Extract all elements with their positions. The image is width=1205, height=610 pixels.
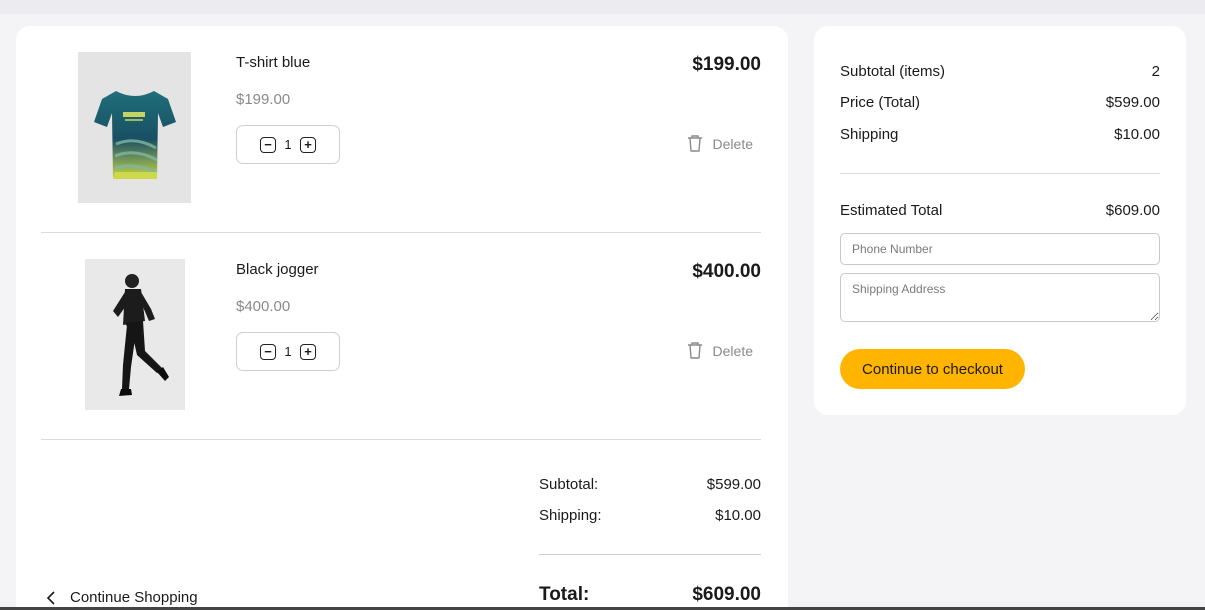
decrease-quantity-button[interactable]: − — [260, 343, 276, 360]
shipping-label: Shipping: — [539, 507, 602, 524]
plus-icon: + — [304, 137, 312, 152]
chevron-left-icon — [46, 590, 55, 605]
delete-item-button[interactable]: Delete — [686, 341, 753, 360]
cart-summary: Subtotal: $599.00 Shipping: $10.00 — [539, 476, 761, 555]
trash-icon — [687, 135, 702, 152]
continue-shopping-link[interactable]: Continue Shopping — [46, 589, 198, 606]
delete-label: Delete — [712, 135, 753, 152]
decrease-quantity-button[interactable]: − — [260, 136, 276, 153]
summary-divider — [539, 554, 761, 555]
delete-label: Delete — [712, 342, 753, 359]
increase-quantity-button[interactable]: + — [300, 136, 316, 153]
continue-to-checkout-button[interactable]: Continue to checkout — [840, 349, 1025, 389]
price-total-value: $599.00 — [1105, 94, 1160, 111]
cart-item: T-shirt blue $199.00 − 1 + $199.00 Delet… — [41, 26, 761, 233]
subtotal-value: $599.00 — [706, 476, 761, 493]
plus-icon: + — [304, 344, 312, 359]
estimated-total-value: $609.00 — [1105, 202, 1160, 219]
delete-item-button[interactable]: Delete — [686, 134, 753, 153]
order-divider — [840, 173, 1160, 174]
shipping-row: Shipping: $10.00 — [539, 507, 761, 538]
minus-icon: − — [264, 137, 272, 152]
total-label: Total: — [539, 584, 590, 605]
subtotal-items-row: Subtotal (items) 2 — [840, 63, 1160, 80]
quantity-stepper: − 1 + — [236, 332, 340, 371]
subtotal-label: Subtotal: — [539, 476, 599, 493]
item-line-total: $199.00 — [692, 54, 761, 75]
increase-quantity-button[interactable]: + — [300, 343, 316, 360]
quantity-value: 1 — [284, 137, 292, 152]
total-value: $609.00 — [692, 584, 761, 605]
subtotal-items-label: Subtotal (items) — [840, 63, 946, 80]
cart-card: T-shirt blue $199.00 − 1 + $199.00 Delet… — [16, 26, 788, 610]
jogger-product-image[interactable] — [85, 259, 185, 410]
phone-number-input[interactable] — [840, 233, 1160, 265]
quantity-value: 1 — [284, 344, 292, 359]
price-total-label: Price (Total) — [840, 94, 921, 111]
shipping-label: Shipping — [840, 126, 899, 143]
item-unit-price: $199.00 — [236, 91, 291, 108]
quantity-stepper: − 1 + — [236, 125, 340, 164]
tshirt-product-image[interactable] — [78, 52, 191, 203]
minus-icon: − — [264, 344, 272, 359]
trash-icon — [687, 342, 702, 359]
order-summary-card: Subtotal (items) 2 Price (Total) $599.00… — [814, 26, 1186, 415]
subtotal-row: Subtotal: $599.00 — [539, 476, 761, 507]
estimated-total-row: Estimated Total $609.00 — [840, 202, 1160, 219]
continue-shopping-label: Continue Shopping — [70, 589, 198, 606]
cart-item: Black jogger $400.00 − 1 + $400.00 Delet… — [41, 233, 761, 440]
shipping-address-input[interactable] — [840, 273, 1160, 322]
top-strip — [0, 0, 1205, 14]
item-name: Black jogger — [236, 261, 319, 278]
item-line-total: $400.00 — [692, 261, 761, 282]
subtotal-items-value: 2 — [1151, 63, 1160, 80]
shipping-value: $10.00 — [715, 507, 761, 524]
total-row: Total: $609.00 — [539, 584, 761, 606]
price-total-row: Price (Total) $599.00 — [840, 94, 1160, 111]
shipping-row: Shipping $10.00 — [840, 126, 1160, 143]
shipping-value: $10.00 — [1114, 126, 1160, 143]
item-name: T-shirt blue — [236, 54, 311, 71]
estimated-total-label: Estimated Total — [840, 202, 943, 219]
item-unit-price: $400.00 — [236, 298, 291, 315]
